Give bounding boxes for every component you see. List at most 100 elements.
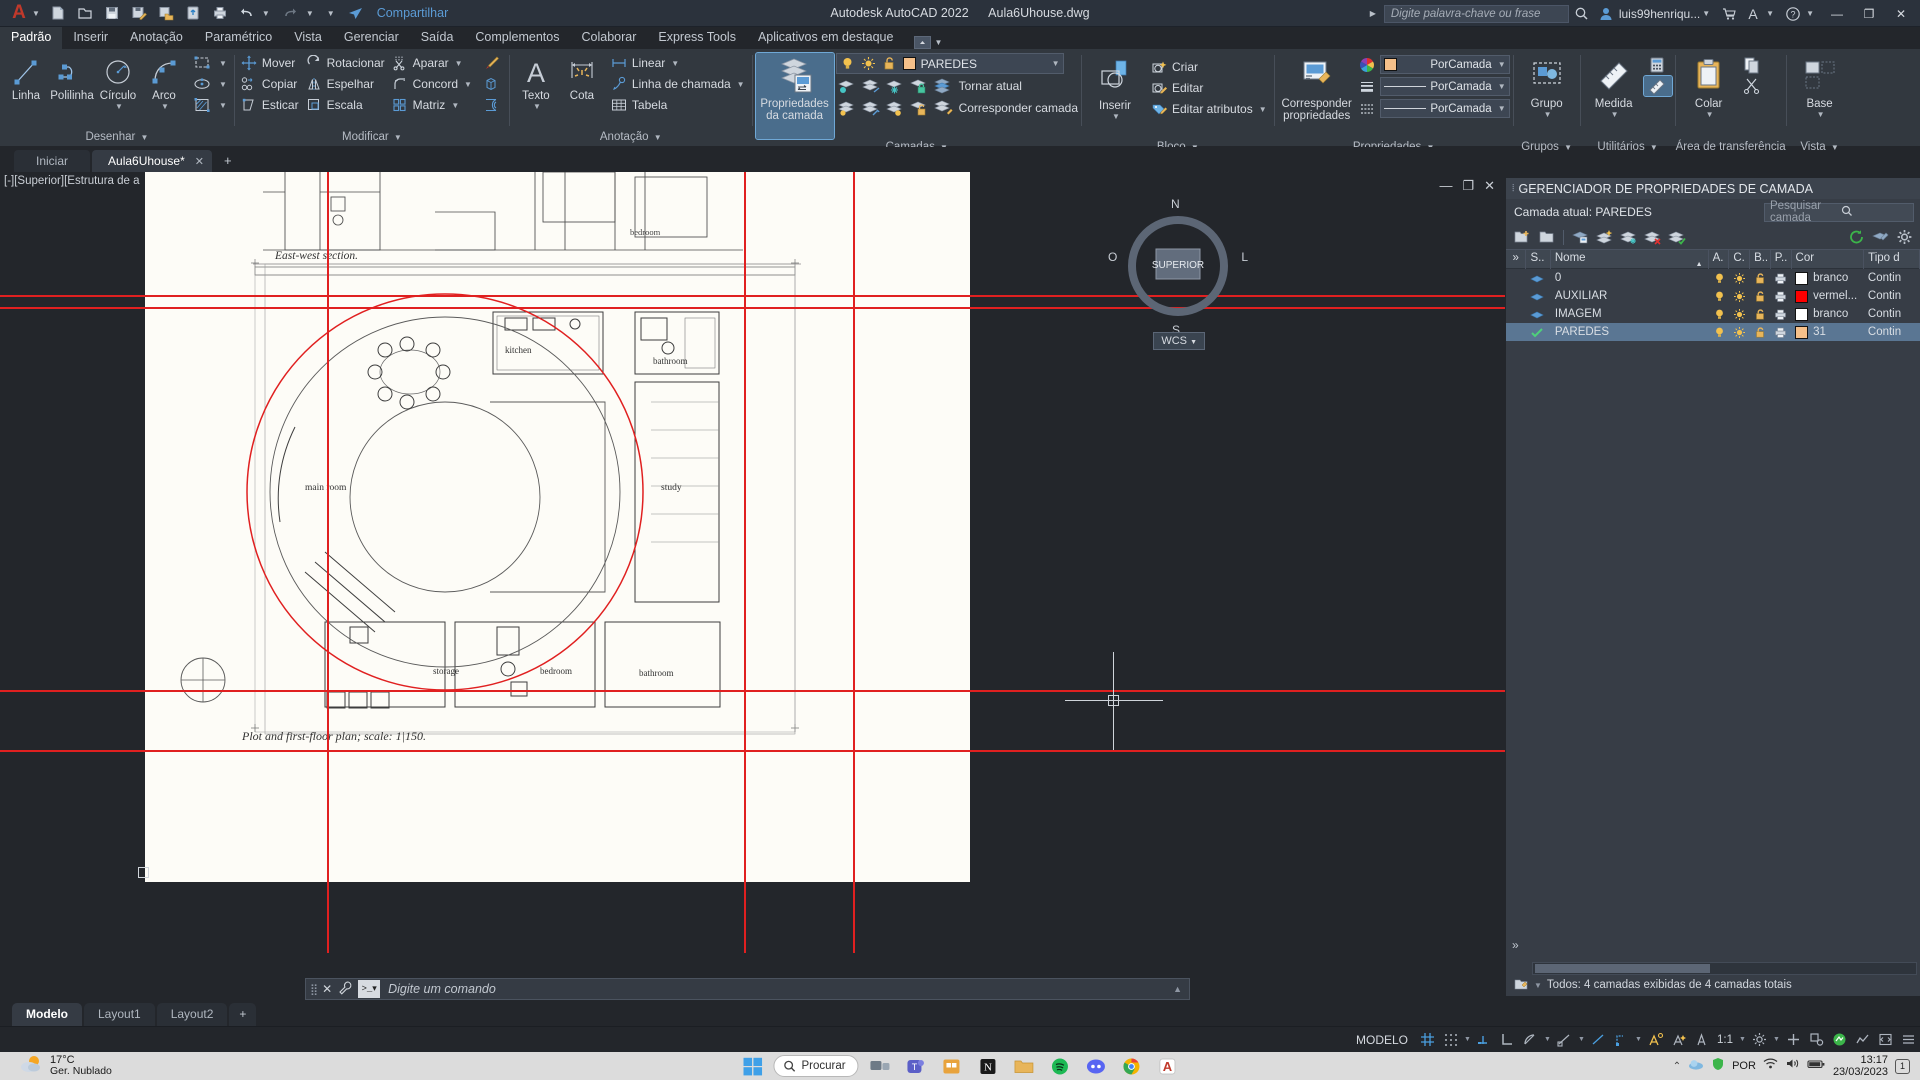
tool-matriz[interactable]: Matriz ▼ — [389, 95, 476, 115]
account-name[interactable]: luis99henriqu... — [1619, 7, 1700, 21]
layer-linetype-cell[interactable]: Contin — [1864, 269, 1920, 287]
annot-scale-icon[interactable] — [1690, 1029, 1713, 1051]
tool-rotacionar[interactable]: Rotacionar — [303, 53, 389, 73]
tool-linha-chamada[interactable]: Linha de chamada ▼ — [608, 74, 749, 94]
layer-settings-apply-icon[interactable] — [1870, 227, 1890, 247]
layer-thaw-icon[interactable] — [884, 98, 906, 118]
help-search-input[interactable]: Digite palavra-chave ou frase — [1383, 4, 1569, 23]
viewport-close-icon[interactable]: ✕ — [1484, 178, 1495, 194]
new-layer-icon[interactable] — [1512, 227, 1532, 247]
layer-linetype-cell[interactable]: Contin — [1864, 305, 1920, 323]
layer-name[interactable]: IMAGEM — [1551, 305, 1709, 323]
annotation-scale-dropdown-icon[interactable]: ▼ — [1737, 1036, 1748, 1043]
taskbar-search-button[interactable]: Procurar — [773, 1055, 859, 1077]
tool-editar-bloco[interactable]: Editar — [1148, 78, 1271, 98]
save-to-folder-icon[interactable] — [154, 2, 178, 24]
layout-tab-new[interactable]: + — [229, 1003, 257, 1026]
tool-escala[interactable]: Escala — [303, 95, 389, 115]
panel-utilitarios-title[interactable]: Utilitários ▼ — [1581, 139, 1675, 156]
unlock-icon[interactable] — [882, 55, 898, 73]
ribbon-tab-parametrico[interactable]: Paramétrico — [194, 27, 283, 49]
minimize-window-button[interactable]: — — [1822, 0, 1852, 27]
command-history-icon[interactable]: ▲ — [1173, 984, 1189, 994]
new-file-icon[interactable] — [46, 2, 70, 24]
ribbon-tab-aplicativos-destaque[interactable]: Aplicativos em destaque — [747, 27, 905, 49]
lineweight-dropdown-icon[interactable]: ▼ — [1498, 82, 1506, 91]
layer-color-swatch[interactable] — [902, 57, 916, 70]
column-color[interactable]: Cor — [1792, 249, 1865, 269]
layer-on-icon[interactable] — [860, 98, 882, 118]
column-status[interactable]: S.. — [1526, 249, 1551, 269]
windows-logo-icon[interactable] — [737, 1053, 767, 1079]
command-line-bar[interactable]: ⣿ ✕ >_▾ Digite um comando ▲ — [305, 978, 1190, 1000]
autodesk-app-dropdown-icon[interactable]: ▼ — [1766, 9, 1774, 18]
command-prompt-icon[interactable]: >_▾ — [358, 980, 381, 998]
column-name[interactable]: Nome ▲ — [1551, 249, 1709, 269]
layer-name[interactable]: AUXILIAR — [1551, 287, 1709, 305]
layer-control-combo[interactable]: PAREDES ▼ — [835, 53, 1064, 74]
panel-desenhar-title[interactable]: Desenhar ▼ — [0, 129, 234, 147]
share-label[interactable]: Compartilhar — [377, 6, 449, 20]
layer-linetype-cell[interactable]: Contin — [1864, 323, 1920, 341]
status-model-label[interactable]: MODELO — [1348, 1033, 1416, 1047]
sun-icon[interactable] — [861, 55, 877, 73]
tool-circulo[interactable]: Círculo ▼ — [95, 53, 141, 114]
layer-off-icon[interactable] — [860, 76, 882, 96]
tool-linear-dropdown-icon[interactable]: ▼ — [671, 59, 679, 68]
layer-freeze-toggle[interactable] — [1730, 305, 1750, 323]
layer-linetype-cell[interactable]: Contin — [1864, 287, 1920, 305]
linetype-dropdown-icon[interactable]: ▼ — [1498, 104, 1506, 113]
layer-lock-toggle[interactable] — [1750, 287, 1770, 305]
table-row[interactable]: 0 branco Contin — [1506, 269, 1920, 287]
object-color-dropdown-icon[interactable]: ▼ — [1498, 60, 1506, 69]
tool-inserir-bloco-dropdown-icon[interactable]: ▼ — [1112, 112, 1120, 121]
antivirus-icon[interactable] — [1711, 1057, 1725, 1076]
tool-texto-dropdown-icon[interactable]: ▼ — [533, 102, 541, 111]
tool-quick-calc[interactable] — [1644, 55, 1672, 75]
snap-dropdown-icon[interactable]: ▼ — [1462, 1036, 1473, 1043]
search-icon[interactable] — [1571, 3, 1593, 25]
layer-match-icon[interactable] — [932, 98, 954, 118]
autocad-logo-icon[interactable]: A — [6, 2, 32, 24]
tool-grupo[interactable]: Grupo ▼ — [1517, 53, 1577, 139]
new-layer-vp-frozen-icon[interactable] — [1536, 227, 1556, 247]
color-wheel-icon[interactable] — [1358, 56, 1376, 74]
notion-icon[interactable]: N — [973, 1053, 1003, 1079]
close-window-button[interactable]: ✕ — [1886, 0, 1916, 27]
ribbon-tab-vista[interactable]: Vista — [283, 27, 333, 49]
volume-icon[interactable] — [1785, 1057, 1800, 1075]
tool-espelhar[interactable]: Espelhar — [303, 74, 389, 94]
layer-search-input[interactable]: Pesquisar camada — [1764, 200, 1914, 224]
battery-icon[interactable] — [1807, 1057, 1826, 1075]
ribbon-tab-express-tools[interactable]: Express Tools — [647, 27, 747, 49]
tool-concord[interactable]: Concord ▼ — [389, 74, 476, 94]
ribbon-tab-padrao[interactable]: Padrão — [0, 27, 63, 49]
ortho-icon[interactable] — [1496, 1029, 1519, 1051]
ucs-dropdown-icon[interactable]: ▼ — [1633, 1036, 1644, 1043]
ucs-selector[interactable]: WCS ▼ — [1153, 332, 1205, 350]
viewport-restore-icon[interactable]: ❐ — [1462, 178, 1474, 194]
tool-hachura[interactable]: ▼ — [189, 95, 231, 115]
tool-colar[interactable]: Colar ▼ — [1679, 53, 1739, 139]
layer-name[interactable]: PAREDES — [1551, 323, 1709, 341]
undo-icon[interactable] — [235, 2, 259, 24]
ribbon-minimize-dropdown-icon[interactable]: ▼ — [934, 38, 942, 47]
help-icon[interactable]: ? — [1782, 3, 1804, 25]
graphics-icon[interactable] — [1828, 1029, 1851, 1051]
file-tab-iniciar[interactable]: Iniciar — [14, 150, 91, 172]
grid-icon[interactable] — [1416, 1029, 1439, 1051]
table-row[interactable]: PAREDES 31 Contin — [1506, 323, 1920, 341]
command-line-grip[interactable]: ⣿ — [306, 983, 319, 996]
tool-pintar[interactable] — [478, 53, 506, 73]
open-file-icon[interactable] — [73, 2, 97, 24]
tool-matriz-dropdown-icon[interactable]: ▼ — [451, 101, 459, 110]
tool-texto[interactable]: A Texto ▼ — [513, 53, 559, 114]
layer-unisolate-icon[interactable] — [836, 98, 858, 118]
tool-cota[interactable]: Cota — [559, 53, 605, 105]
drawing-canvas[interactable]: [-][Superior][Estrutura de a — ❐ ✕ East-… — [0, 172, 1505, 953]
tool-offset[interactable] — [478, 95, 506, 115]
tool-circulo-dropdown-icon[interactable]: ▼ — [115, 102, 123, 111]
tool-medida-dropdown-icon[interactable]: ▼ — [1611, 110, 1619, 119]
horizontal-scrollbar-thumb[interactable] — [1535, 964, 1710, 973]
lineweight-combo[interactable]: PorCamada ▼ — [1379, 77, 1510, 96]
